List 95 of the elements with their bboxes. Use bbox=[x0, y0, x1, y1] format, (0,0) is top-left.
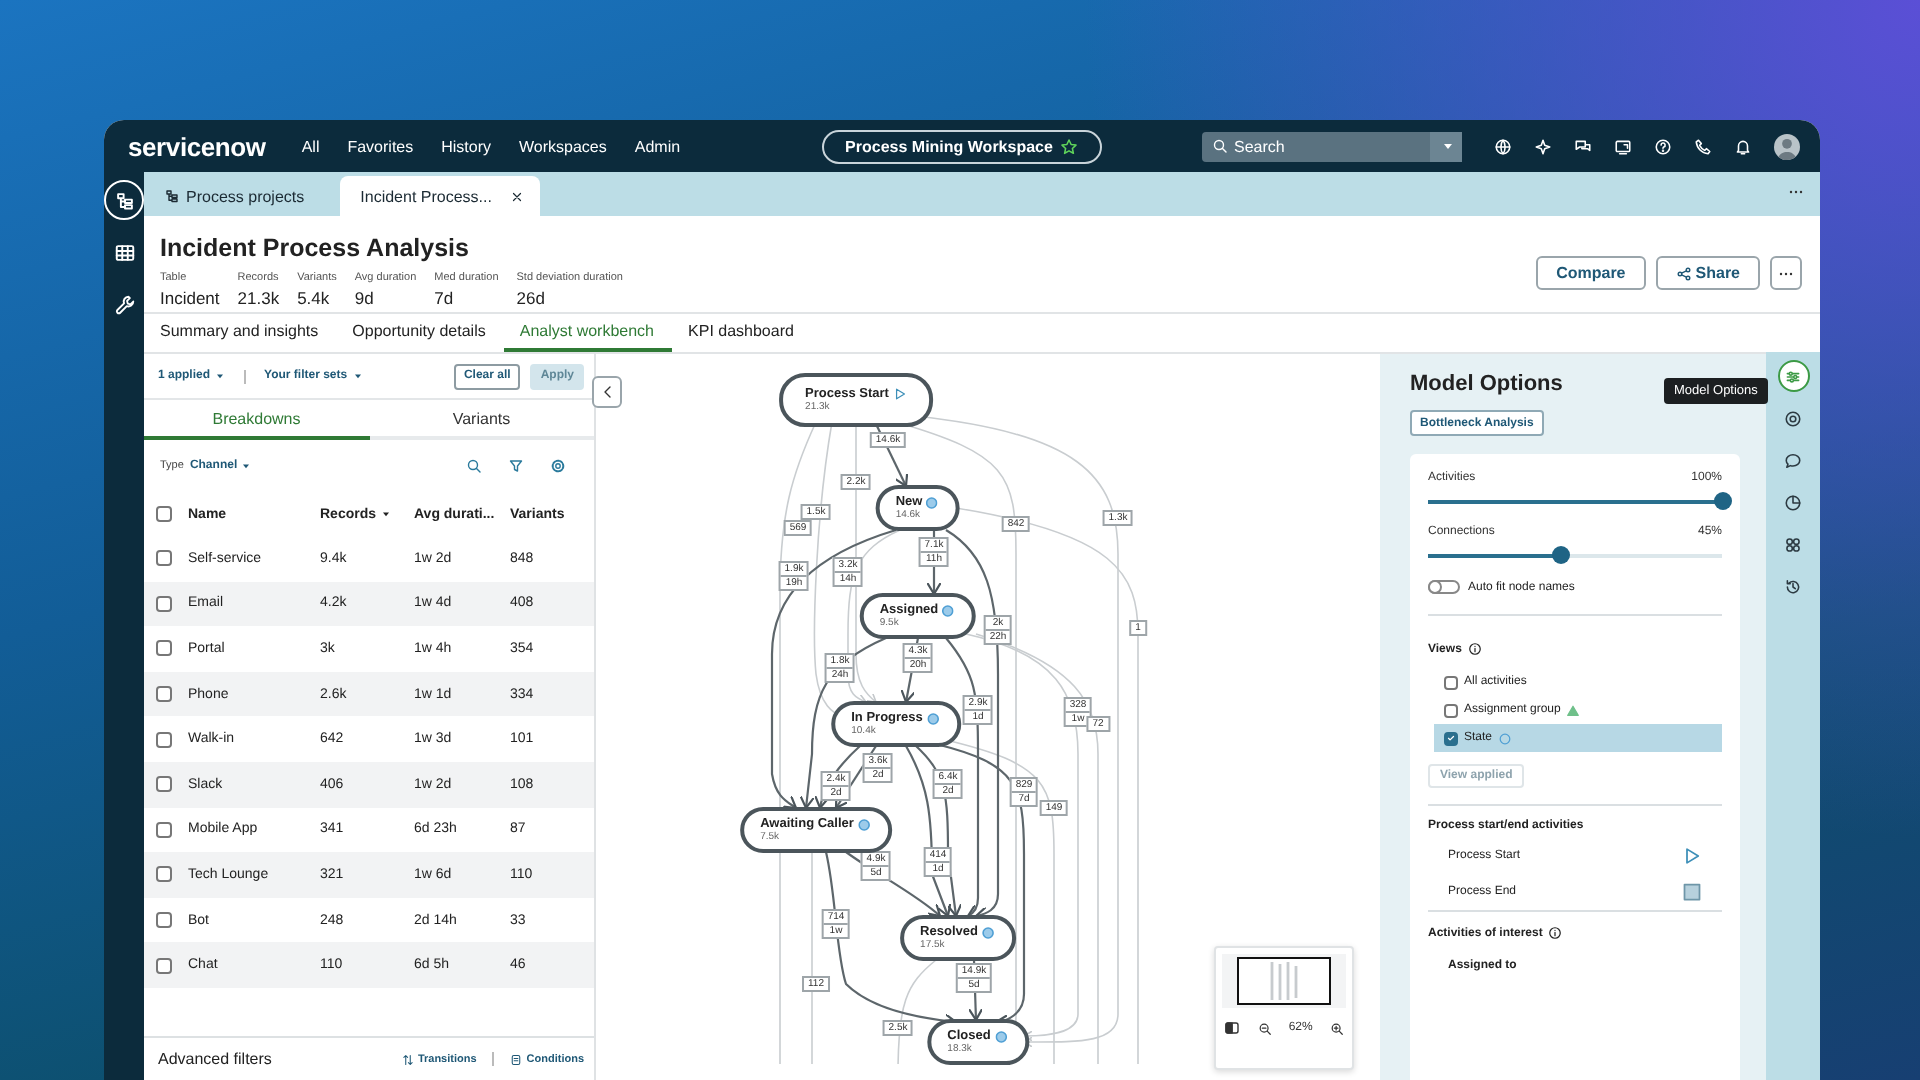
collapse-button[interactable] bbox=[592, 376, 622, 408]
warning-icon bbox=[1566, 703, 1581, 717]
panel-title: Model Options bbox=[1410, 372, 1563, 396]
checkbox[interactable] bbox=[156, 776, 172, 793]
status-dot-icon bbox=[926, 712, 939, 724]
compare-button[interactable]: Compare bbox=[1536, 256, 1646, 290]
status-dot-icon bbox=[926, 496, 939, 508]
logo-text[interactable]: servicenow bbox=[128, 131, 266, 161]
nav-link[interactable]: Workspaces bbox=[519, 137, 607, 155]
zoom-in-icon[interactable] bbox=[1329, 1021, 1344, 1035]
close-icon[interactable] bbox=[509, 189, 524, 203]
help-icon[interactable] bbox=[1654, 137, 1672, 155]
square-icon[interactable] bbox=[1682, 882, 1702, 902]
checkbox[interactable] bbox=[156, 506, 172, 522]
stat-value: Incident bbox=[160, 288, 220, 308]
chat-icon[interactable] bbox=[1574, 137, 1592, 155]
minimap-thumbnail bbox=[1236, 956, 1332, 1006]
toggle-switch[interactable] bbox=[1428, 580, 1460, 594]
search-bar[interactable]: Search bbox=[1202, 131, 1462, 161]
wrench-icon bbox=[113, 293, 135, 315]
checkbox[interactable] bbox=[156, 731, 172, 748]
stat-value: 26d bbox=[516, 288, 547, 308]
pie-icon bbox=[1784, 493, 1802, 511]
circle-icon bbox=[1498, 731, 1513, 745]
history-icon bbox=[1784, 577, 1802, 595]
nav-link[interactable]: Admin bbox=[634, 137, 681, 155]
stat-value: 5.4k bbox=[297, 288, 332, 308]
nav-link[interactable]: History bbox=[441, 137, 492, 155]
share-icon bbox=[1675, 265, 1692, 281]
nav-link[interactable]: All bbox=[301, 137, 320, 155]
page-title: Incident Process Analysis bbox=[160, 234, 471, 262]
status-dot-icon bbox=[981, 926, 994, 938]
hierarchy-icon bbox=[164, 188, 180, 204]
hierarchy-icon bbox=[113, 189, 135, 211]
stat-value: 21.3k bbox=[237, 288, 280, 308]
checkbox[interactable] bbox=[156, 640, 172, 657]
tab[interactable]: Incident Process... bbox=[340, 176, 540, 216]
play-icon[interactable] bbox=[1682, 846, 1702, 866]
chevron-left-icon bbox=[599, 384, 615, 400]
stat-value: 7d bbox=[434, 288, 456, 308]
filter-icon[interactable] bbox=[508, 458, 524, 474]
search-input[interactable]: Search bbox=[1234, 137, 1414, 155]
tab[interactable]: Summary and insights bbox=[144, 314, 337, 352]
checkbox[interactable] bbox=[1444, 675, 1458, 689]
tab[interactable]: KPI dashboard bbox=[672, 314, 812, 352]
phone-icon[interactable] bbox=[1694, 137, 1712, 155]
info-icon[interactable] bbox=[1467, 642, 1482, 656]
globe-icon[interactable] bbox=[1494, 137, 1512, 155]
workspace-selector[interactable]: Process Mining Workspace bbox=[821, 129, 1103, 163]
swap-icon bbox=[401, 1053, 414, 1065]
sliders-icon bbox=[1784, 367, 1802, 385]
checkbox[interactable] bbox=[156, 686, 172, 703]
table-icon bbox=[113, 241, 135, 263]
screen-icon[interactable] bbox=[1614, 137, 1632, 155]
checkbox[interactable] bbox=[156, 821, 172, 838]
dropdown-button[interactable] bbox=[1430, 131, 1462, 161]
checkbox[interactable] bbox=[156, 550, 172, 567]
status-dot-icon bbox=[942, 604, 955, 616]
play-icon bbox=[892, 387, 907, 401]
caret-icon bbox=[239, 460, 252, 472]
bell-icon[interactable] bbox=[1734, 137, 1752, 155]
caret-icon bbox=[1440, 138, 1456, 154]
caret-icon bbox=[214, 370, 227, 382]
tab[interactable]: Process projects bbox=[144, 176, 329, 216]
chat-icon bbox=[1784, 451, 1802, 469]
slider-thumb[interactable] bbox=[1713, 492, 1731, 510]
checkbox[interactable] bbox=[156, 866, 172, 883]
checkbox[interactable] bbox=[156, 595, 172, 612]
caret-icon bbox=[351, 370, 364, 382]
status-dot-icon bbox=[994, 1030, 1007, 1042]
sparkle-icon[interactable] bbox=[1534, 137, 1552, 155]
stat-value: 9d bbox=[354, 288, 376, 308]
tab[interactable]: Breakdowns bbox=[144, 400, 369, 440]
share-button[interactable]: Share bbox=[1655, 256, 1760, 290]
split-view-icon[interactable] bbox=[1224, 1020, 1240, 1036]
star-icon bbox=[1060, 137, 1079, 155]
check-icon bbox=[1446, 732, 1456, 744]
section-title: Advanced filters bbox=[158, 1050, 272, 1068]
search-icon[interactable] bbox=[466, 458, 482, 474]
sort-caret-icon bbox=[380, 508, 393, 520]
list-icon bbox=[510, 1053, 523, 1065]
checkbox[interactable] bbox=[156, 957, 172, 974]
info-icon[interactable] bbox=[1548, 926, 1563, 940]
avatar[interactable] bbox=[1774, 133, 1800, 159]
checkbox[interactable] bbox=[156, 912, 172, 929]
tab[interactable]: Opportunity details bbox=[336, 314, 504, 352]
status-dot-icon bbox=[857, 818, 870, 830]
checkbox[interactable] bbox=[1444, 731, 1458, 745]
slider-thumb[interactable] bbox=[1551, 546, 1570, 564]
target-icon bbox=[1784, 409, 1802, 427]
four-circles-icon bbox=[1784, 535, 1802, 553]
gear-icon[interactable] bbox=[550, 458, 566, 474]
nav-link[interactable]: Favorites bbox=[347, 137, 414, 155]
zoom-out-icon[interactable] bbox=[1257, 1021, 1272, 1035]
checkbox[interactable] bbox=[1444, 703, 1458, 717]
